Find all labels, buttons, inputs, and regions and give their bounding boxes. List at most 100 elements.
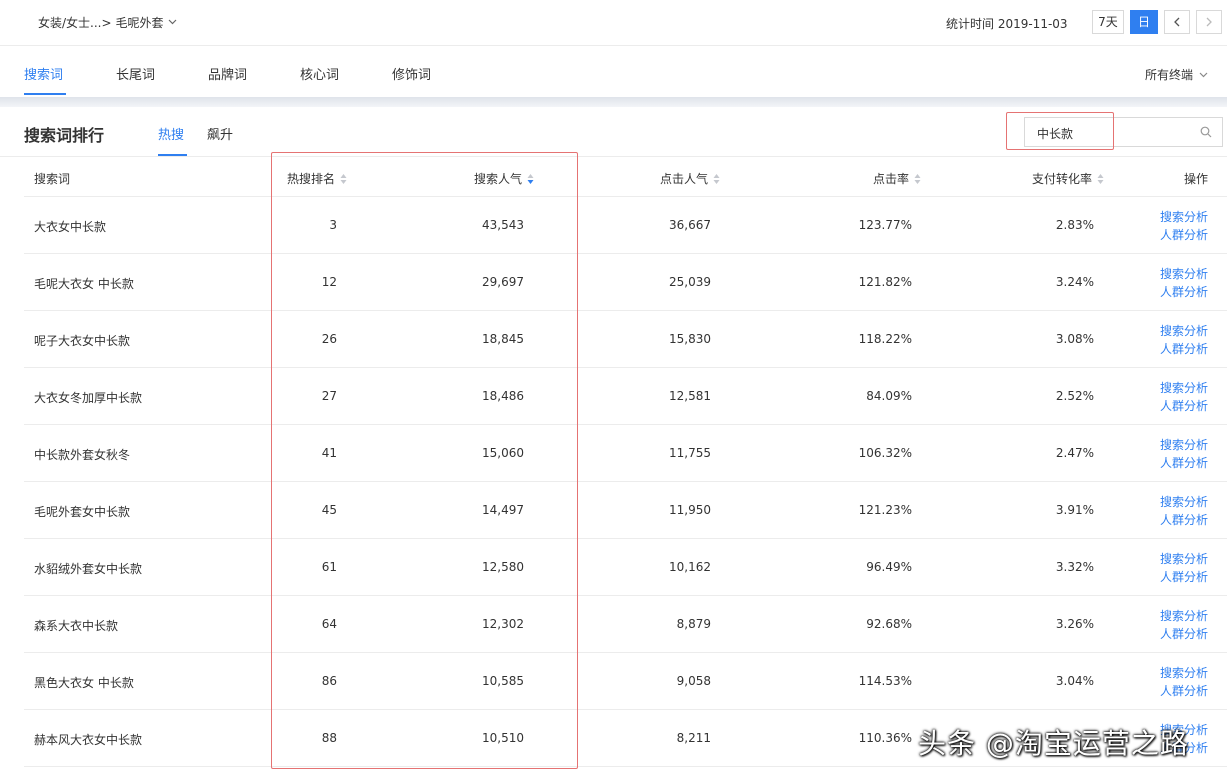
cell-rank: 3 xyxy=(329,218,337,232)
search-analysis-link[interactable]: 搜索分析 xyxy=(1160,550,1208,568)
row-actions: 搜索分析 人群分析 xyxy=(1160,436,1208,472)
terminal-select-label: 所有终端 xyxy=(1145,68,1194,82)
cell-conversion-rate: 3.08% xyxy=(1055,332,1094,346)
row-actions: 搜索分析 人群分析 xyxy=(1160,322,1208,358)
cell-search-popularity: 18,845 xyxy=(482,332,524,346)
cell-keyword: 毛呢大衣女 中长款 xyxy=(34,277,134,291)
cell-click-popularity: 15,830 xyxy=(669,332,711,346)
chevron-right-icon xyxy=(1206,17,1212,27)
cell-conversion-rate: 2.47% xyxy=(1055,446,1094,460)
column-header-ctr[interactable]: 点击率 xyxy=(873,170,921,187)
breadcrumb-subcategory[interactable]: 毛呢外套 xyxy=(116,14,164,31)
breadcrumb-category[interactable]: 女装/女士...> xyxy=(38,14,112,31)
cell-conversion-rate: 2.83% xyxy=(1055,218,1094,232)
cell-search-popularity: 29,697 xyxy=(482,275,524,289)
cell-click-popularity: 9,058 xyxy=(676,674,711,688)
search-analysis-link[interactable]: 搜索分析 xyxy=(1160,607,1208,625)
cell-search-popularity: 12,580 xyxy=(482,560,524,574)
tab-long-tail-words[interactable]: 长尾词 xyxy=(116,64,155,83)
cell-rank: 88 xyxy=(321,731,337,745)
keyword-table: 搜索词 热搜排名 搜索人气 点击人气 点击率 支付转化率 操作 大衣女中长款 3… xyxy=(24,158,1227,767)
keyword-type-tabs: 搜索词 长尾词 品牌词 核心词 修饰词 所有终端 xyxy=(0,47,1227,97)
audience-analysis-link[interactable]: 人群分析 xyxy=(1160,568,1208,586)
cell-search-popularity: 15,060 xyxy=(482,446,524,460)
search-analysis-link[interactable]: 搜索分析 xyxy=(1160,265,1208,283)
sort-desc-icon[interactable] xyxy=(527,173,534,185)
column-header-keyword: 搜索词 xyxy=(34,172,71,186)
tab-brand-words[interactable]: 品牌词 xyxy=(208,64,247,83)
audience-analysis-link[interactable]: 人群分析 xyxy=(1160,454,1208,472)
audience-analysis-link[interactable]: 人群分析 xyxy=(1160,397,1208,415)
cell-ctr: 123.77% xyxy=(858,218,912,232)
section-divider xyxy=(0,97,1227,107)
day-button[interactable]: 日 xyxy=(1130,10,1158,34)
cell-ctr: 114.53% xyxy=(858,674,912,688)
audience-analysis-link[interactable]: 人群分析 xyxy=(1160,340,1208,358)
cell-keyword: 水貂绒外套女中长款 xyxy=(34,562,143,576)
row-actions: 搜索分析 人群分析 xyxy=(1160,265,1208,301)
cell-conversion-rate: 3.91% xyxy=(1055,503,1094,517)
search-analysis-link[interactable]: 搜索分析 xyxy=(1160,436,1208,454)
search-analysis-link[interactable]: 搜索分析 xyxy=(1160,493,1208,511)
cell-conversion-rate: 3.26% xyxy=(1055,617,1094,631)
audience-analysis-link[interactable]: 人群分析 xyxy=(1160,625,1208,643)
cell-ctr: 118.22% xyxy=(858,332,912,346)
cell-rank: 41 xyxy=(321,446,337,460)
cell-click-popularity: 12,581 xyxy=(669,389,711,403)
prev-date-button[interactable] xyxy=(1164,10,1190,34)
row-actions: 搜索分析 人群分析 xyxy=(1160,664,1208,700)
cell-rank: 27 xyxy=(321,389,337,403)
search-analysis-link[interactable]: 搜索分析 xyxy=(1160,664,1208,682)
tab-core-words[interactable]: 核心词 xyxy=(300,64,339,83)
search-icon[interactable] xyxy=(1200,126,1212,138)
cell-click-popularity: 11,950 xyxy=(669,503,711,517)
row-actions: 搜索分析 人群分析 xyxy=(1160,493,1208,529)
column-header-search-popularity[interactable]: 搜索人气 xyxy=(474,170,534,187)
cell-ctr: 84.09% xyxy=(866,389,912,403)
audience-analysis-link[interactable]: 人群分析 xyxy=(1160,283,1208,301)
cell-ctr: 92.68% xyxy=(866,617,912,631)
row-actions: 搜索分析 人群分析 xyxy=(1160,208,1208,244)
column-header-conversion-rate[interactable]: 支付转化率 xyxy=(1032,170,1104,187)
cell-rank: 61 xyxy=(321,560,337,574)
cell-keyword: 大衣女冬加厚中长款 xyxy=(34,391,143,405)
cell-ctr: 121.82% xyxy=(858,275,912,289)
table-header: 搜索词 热搜排名 搜索人气 点击人气 点击率 支付转化率 操作 xyxy=(24,158,1227,197)
cell-keyword: 森系大衣中长款 xyxy=(34,619,119,633)
tab-modifier-words[interactable]: 修饰词 xyxy=(392,64,431,83)
terminal-select[interactable]: 所有终端 xyxy=(1145,66,1208,83)
chevron-down-icon[interactable] xyxy=(168,17,177,28)
sort-icon[interactable] xyxy=(914,173,921,185)
table-row: 水貂绒外套女中长款 61 12,580 10,162 96.49% 3.32% … xyxy=(24,539,1227,596)
cell-click-popularity: 10,162 xyxy=(669,560,711,574)
table-row: 大衣女冬加厚中长款 27 18,486 12,581 84.09% 2.52% … xyxy=(24,368,1227,425)
audience-analysis-link[interactable]: 人群分析 xyxy=(1160,682,1208,700)
subtab-hot-search[interactable]: 热搜 xyxy=(158,124,184,143)
next-date-button[interactable] xyxy=(1196,10,1222,34)
audience-analysis-link[interactable]: 人群分析 xyxy=(1160,511,1208,529)
seven-days-button[interactable]: 7天 xyxy=(1092,10,1124,34)
search-analysis-link[interactable]: 搜索分析 xyxy=(1160,379,1208,397)
search-input[interactable]: 中长款 xyxy=(1024,117,1223,147)
cell-search-popularity: 18,486 xyxy=(482,389,524,403)
row-actions: 搜索分析 人群分析 xyxy=(1160,550,1208,586)
column-header-rank[interactable]: 热搜排名 xyxy=(287,170,347,187)
breadcrumb[interactable]: 女装/女士...> 毛呢外套 xyxy=(38,14,177,31)
search-input-value: 中长款 xyxy=(1037,127,1074,141)
subtab-rising[interactable]: 飙升 xyxy=(207,124,233,143)
sort-icon[interactable] xyxy=(1097,173,1104,185)
tab-search-words[interactable]: 搜索词 xyxy=(24,64,63,83)
cell-rank: 26 xyxy=(321,332,337,346)
audience-analysis-link[interactable]: 人群分析 xyxy=(1160,226,1208,244)
column-header-click-popularity[interactable]: 点击人气 xyxy=(660,170,720,187)
sort-icon[interactable] xyxy=(713,173,720,185)
search-analysis-link[interactable]: 搜索分析 xyxy=(1160,322,1208,340)
table-row: 毛呢大衣女 中长款 12 29,697 25,039 121.82% 3.24%… xyxy=(24,254,1227,311)
top-bar: 女装/女士...> 毛呢外套 统计时间 2019-11-03 7天 日 xyxy=(0,0,1227,46)
cell-keyword: 呢子大衣女中长款 xyxy=(34,334,131,348)
cell-rank: 12 xyxy=(321,275,337,289)
sort-icon[interactable] xyxy=(340,173,347,185)
stat-date: 统计时间 2019-11-03 xyxy=(946,17,1068,31)
cell-rank: 45 xyxy=(321,503,337,517)
search-analysis-link[interactable]: 搜索分析 xyxy=(1160,208,1208,226)
